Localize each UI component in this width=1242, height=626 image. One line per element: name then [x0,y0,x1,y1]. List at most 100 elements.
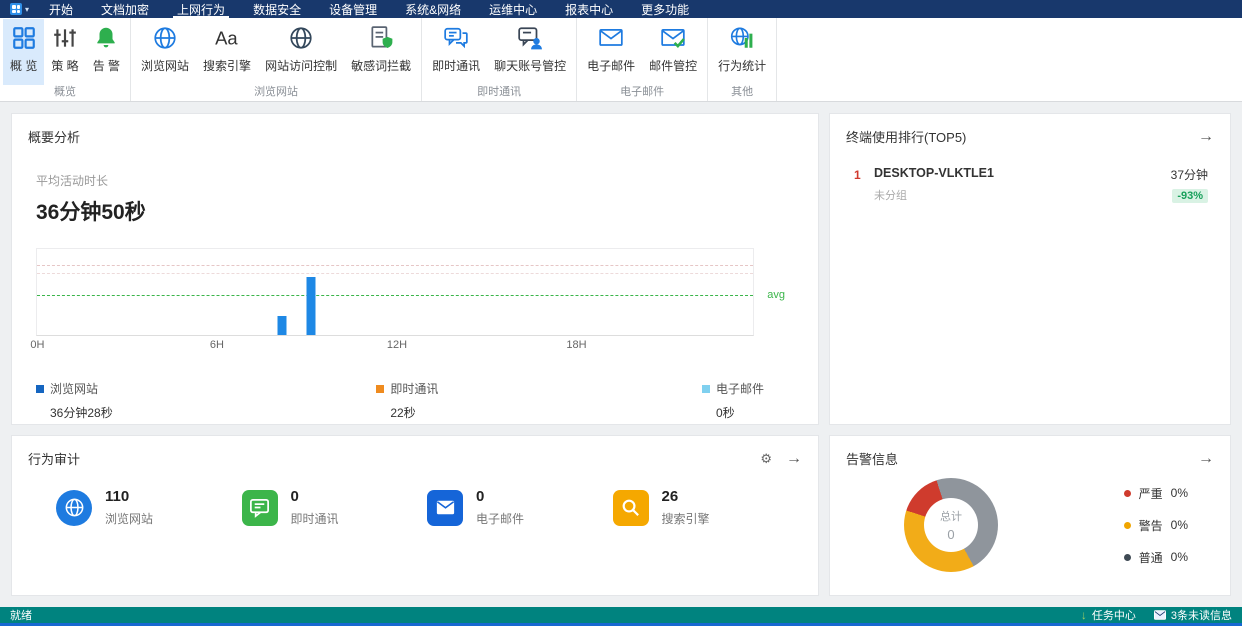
grid-line [37,272,753,274]
app-logo-icon [10,3,22,15]
alert-button[interactable]: 告 警 [86,19,127,85]
chart-legend: 浏览网站 36分钟28秒 即时通讯 22秒 电子邮件 0秒 [36,380,794,421]
ribbon-group-email: 电子邮件 邮件管控 电子邮件 [577,18,709,101]
legend-item-warning: 警告 0% [1123,517,1188,534]
avg-line: avg [37,289,785,301]
card-title: 告警信息 [846,452,899,467]
stat-email[interactable]: 0 电子邮件 [427,488,613,527]
app-menu-button[interactable]: ▾ [4,0,35,18]
ribbon-group-label: 浏览网站 [254,86,299,98]
globe-icon [154,27,176,49]
card-title: 概要分析 [28,130,81,145]
statusbar: 就绪 ↓ 任务中心 3条未读信息 [0,607,1242,623]
ranking-row[interactable]: 1 DESKTOP-VLKTLE1 未分组 37分钟 -93% [830,154,1230,204]
ribbon-group-im: 即时通讯 聊天账号管控 即时通讯 [422,18,578,101]
ribbon-group-label: 电子邮件 [620,86,665,98]
ribbon-group-browsing: 浏览网站 Aa 搜索引擎 网站访问控制 敏感词拦截 浏览网站 [131,18,423,101]
gear-icon[interactable]: ⚙ [760,452,772,465]
stat-search-engine[interactable]: 26 搜索引擎 [612,488,799,527]
ribbon-group-label: 概览 [54,86,77,98]
card-title: 终端使用排行(TOP5) [846,130,967,145]
task-center-button[interactable]: ↓ 任务中心 [1081,607,1136,623]
email-button[interactable]: 电子邮件 [580,19,642,85]
menu-item-ops-center[interactable]: 运维中心 [475,0,551,18]
card-title: 行为审计 [28,452,81,467]
x-tick: 6H [209,339,224,351]
mail-control-button[interactable]: 邮件管控 [642,19,704,85]
menu-item-device-mgmt[interactable]: 设备管理 [315,0,391,18]
menu-item-more[interactable]: 更多功能 [627,0,703,18]
legend-item-critical: 严重 0% [1123,485,1188,502]
menu-item-report-center[interactable]: 报表中心 [551,0,627,18]
arrow-right-icon[interactable]: → [1198,128,1214,145]
stat-browse-website[interactable]: 110 浏览网站 [56,488,242,527]
activity-bar [277,316,287,335]
status-text: 就绪 [10,610,32,622]
arrow-right-icon[interactable]: → [1198,450,1214,467]
legend-item-email: 电子邮件 0秒 [701,380,764,421]
web-access-control-button[interactable]: 网站访问控制 [258,19,344,85]
chat-icon [444,27,468,49]
metric-value: 36分钟50秒 [36,201,146,224]
ribbon-toolbar: 概 览 策 略 告 警 概览 浏览网站 Aa 搜索引擎 网站访问控制 敏感词拦截… [0,18,1242,102]
bell-icon [97,27,116,48]
ribbon-group-other: 行为统计 其他 [708,18,778,101]
grid-icon [12,27,35,49]
alarm-donut: 总计 0 [904,478,998,572]
alarm-info-card: 告警信息 → 总计 0 严重 0% 警告 0% 普通 0% [829,435,1231,596]
svg-text:Aa: Aa [215,28,238,49]
terminal-ranking-card: 终端使用排行(TOP5) → 1 DESKTOP-VLKTLE1 未分组 37分… [829,113,1231,425]
web-control-icon [290,27,312,49]
browse-website-button[interactable]: 浏览网站 [134,19,196,85]
arrow-right-icon[interactable]: → [786,450,802,467]
font-size-icon: Aa [215,28,238,49]
legend-swatch [376,384,385,393]
menu-item-data-security[interactable]: 数据安全 [239,0,315,18]
x-axis: 0H 6H 12H 18H [30,336,754,352]
avg-label: avg [767,289,785,302]
overview-button[interactable]: 概 览 [3,19,45,85]
legend-item-browse: 浏览网站 36分钟28秒 [36,380,113,421]
globe-stat-icon [56,489,92,526]
search-engine-button[interactable]: Aa 搜索引擎 [196,19,258,85]
menu-item-system-network[interactable]: 系统&网络 [391,0,475,18]
activity-bar [306,276,316,335]
behavior-stats-button[interactable]: 行为统计 [711,19,773,85]
ribbon-group-label: 即时通讯 [477,86,522,98]
metric-label: 平均活动时长 [36,174,109,188]
usage-duration: 37分钟 [1170,168,1208,182]
chat-stat-icon [241,489,278,526]
policy-button[interactable]: 策 略 [44,19,85,85]
alarm-legend: 严重 0% 警告 0% 普通 0% [1123,485,1188,566]
donut-center-label: 总计 [940,511,962,523]
chat-account-control-button[interactable]: 聊天账号管控 [487,19,573,85]
activity-chart-plot: avg [36,248,785,336]
strategy-icon [54,29,76,47]
x-tick: 0H [30,339,45,351]
unread-messages-button[interactable]: 3条未读信息 [1153,607,1232,623]
sensitive-word-icon [371,26,393,48]
legend-dot [1123,521,1131,529]
mail-stat-icon [427,489,463,526]
behavior-audit-card: 行为审计 ⚙ → 110 浏览网站 0 即时通讯 0 电子邮件 26 搜索引擎 [11,435,819,596]
ribbon-group-overview: 概 览 策 略 告 警 概览 [0,18,132,101]
terminal-group: 未分组 [874,190,907,202]
search-stat-icon [612,489,649,526]
stat-im[interactable]: 0 即时通讯 [241,488,428,527]
menu-item-web-behavior[interactable]: 上网行为 [163,0,239,18]
donut-center-value: 0 [947,527,955,542]
summary-analysis-card: 概要分析 平均活动时长 36分钟50秒 avg 0H 6H 12H 18H 浏览… [11,113,819,425]
behavior-stats-icon [731,27,753,48]
ribbon-group-label: 其他 [731,86,754,98]
menu-item-doc-encrypt[interactable]: 文档加密 [87,0,163,18]
x-tick: 12H [386,339,408,351]
menubar: ▾ 开始 文档加密 上网行为 数据安全 设备管理 系统&网络 运维中心 报表中心… [0,0,1242,18]
mail-icon [599,29,623,46]
sensitive-word-button[interactable]: 敏感词拦截 [344,19,418,85]
legend-swatch [701,384,710,393]
im-button[interactable]: 即时通讯 [425,19,487,85]
chevron-down-icon: ▾ [25,4,30,14]
menu-item-start[interactable]: 开始 [35,0,87,18]
legend-item-normal: 普通 0% [1123,549,1188,566]
x-tick: 18H [566,339,587,351]
